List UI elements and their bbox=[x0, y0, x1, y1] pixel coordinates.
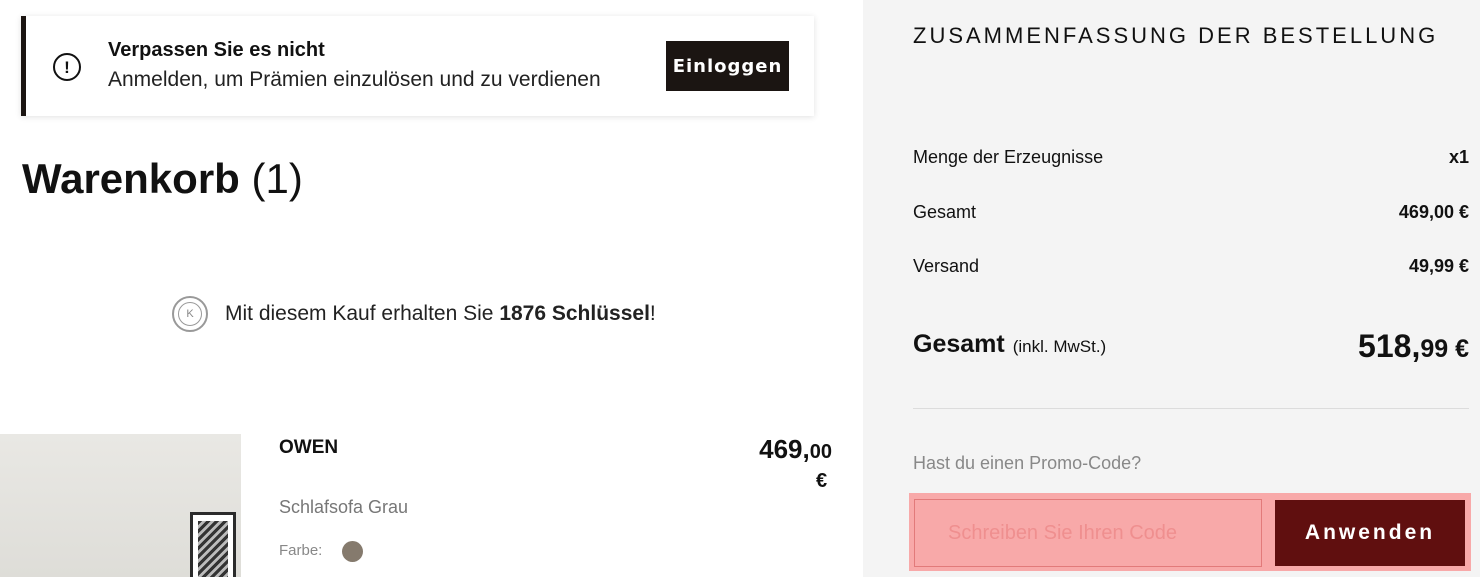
product-name[interactable]: OWEN bbox=[279, 437, 338, 459]
color-label: Farbe: bbox=[279, 542, 323, 559]
promo-code-form: Anwenden bbox=[909, 493, 1471, 571]
login-reminder-banner: ! Verpassen Sie es nicht Anmelden, um Pr… bbox=[21, 16, 814, 116]
banner-title: Verpassen Sie es nicht bbox=[108, 39, 325, 61]
product-price-dec: 00 bbox=[809, 441, 832, 463]
login-button[interactable]: Einloggen bbox=[666, 41, 789, 91]
color-swatch bbox=[342, 541, 363, 562]
quantity-value: x1 bbox=[1448, 147, 1469, 167]
banner-text: Anmelden, um Prämien einzulösen und zu v… bbox=[108, 68, 601, 91]
product-price-int: 469, bbox=[759, 434, 810, 464]
total-int: 518, bbox=[1358, 328, 1421, 364]
wall-frame-artwork bbox=[190, 512, 236, 577]
subtotal-value: 469,00 € bbox=[1398, 202, 1469, 222]
product-description: Schlafsofa Grau bbox=[279, 497, 409, 517]
subtotal-label: Gesamt bbox=[913, 202, 977, 222]
rewards-prefix: Mit diesem Kauf erhalten Sie bbox=[225, 302, 494, 325]
rewards-message: K Mit diesem Kauf erhalten Sie 1876 Schl… bbox=[172, 296, 656, 332]
alert-icon: ! bbox=[53, 53, 81, 81]
quantity-label: Menge der Erzeugnisse bbox=[913, 147, 1104, 167]
total-tax-note: (inkl. MwSt.) bbox=[1012, 337, 1107, 356]
promo-code-input[interactable] bbox=[914, 499, 1262, 567]
product-price-currency: € bbox=[816, 470, 828, 492]
order-summary-panel: ZUSAMMENFASSUNG DER BESTELLUNG Menge der… bbox=[863, 0, 1480, 577]
rewards-suffix: ! bbox=[649, 302, 656, 325]
total-label-text: Gesamt bbox=[913, 330, 1005, 358]
total-value: 518,99 € bbox=[1358, 328, 1469, 365]
promo-label: Hast du einen Promo-Code? bbox=[913, 453, 1142, 473]
summary-title: ZUSAMMENFASSUNG DER BESTELLUNG bbox=[913, 23, 1439, 48]
apply-promo-button[interactable]: Anwenden bbox=[1275, 500, 1465, 566]
total-dec: 99 € bbox=[1420, 335, 1469, 363]
page-title: Warenkorb (1) bbox=[22, 155, 303, 203]
key-coin-letter: K bbox=[178, 302, 202, 326]
rewards-value: 1876 Schlüssel bbox=[499, 302, 650, 325]
product-image[interactable] bbox=[0, 434, 241, 577]
total-label: Gesamt (inkl. MwSt.) bbox=[913, 330, 1106, 359]
cart-title-text: Warenkorb bbox=[22, 155, 240, 202]
shipping-label: Versand bbox=[913, 256, 980, 276]
cart-count: (1) bbox=[251, 155, 303, 202]
product-price: 469,00 bbox=[759, 434, 832, 465]
shipping-value: 49,99 € bbox=[1408, 256, 1469, 276]
summary-divider bbox=[913, 408, 1469, 409]
key-coin-icon: K bbox=[172, 296, 208, 332]
